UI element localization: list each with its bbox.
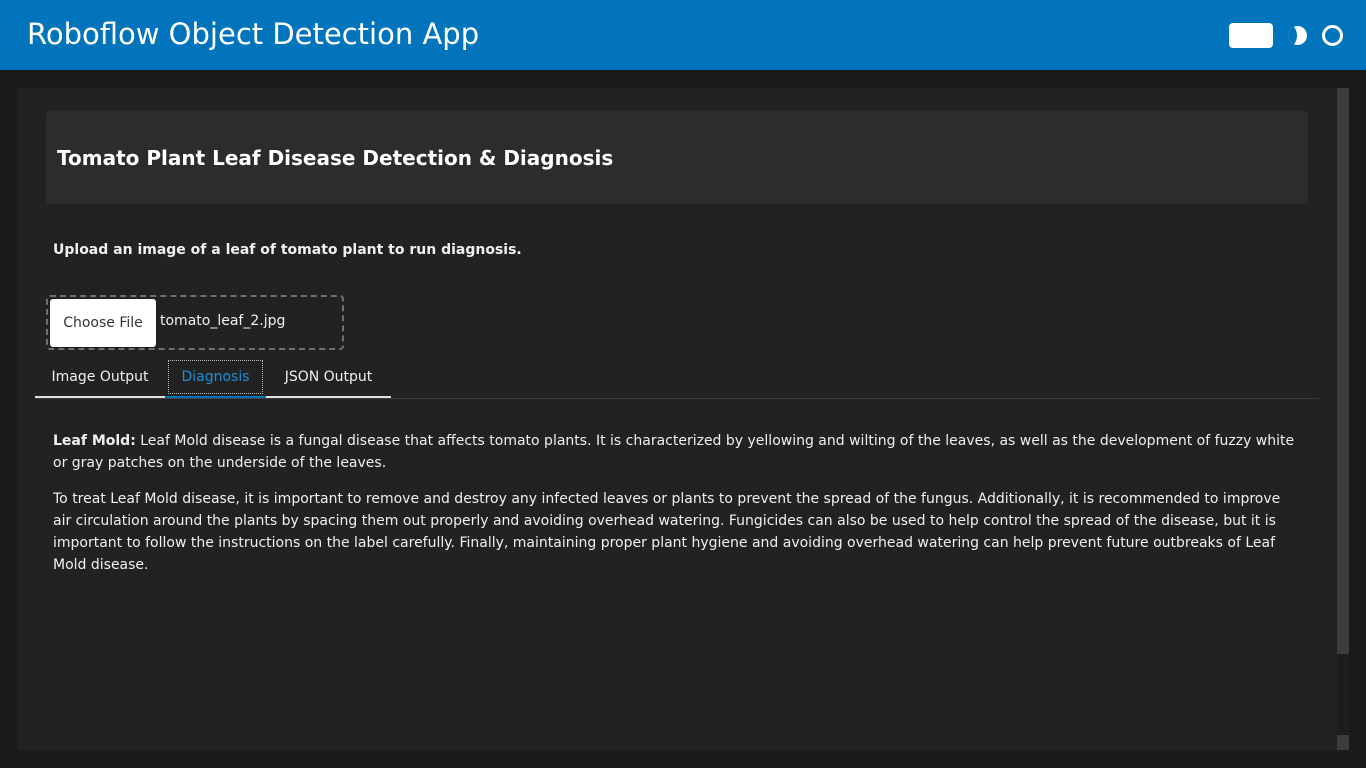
tab-json-output[interactable]: JSON Output	[266, 360, 391, 398]
scrollbar-thumb[interactable]	[1337, 88, 1349, 654]
tab-image-output[interactable]: Image Output	[35, 360, 165, 398]
tab-diagnosis[interactable]: Diagnosis	[165, 360, 266, 398]
selected-file-name: tomato_leaf_2.jpg	[160, 313, 286, 329]
upload-instruction: Upload an image of a leaf of tomato plan…	[53, 242, 522, 258]
circle-icon[interactable]	[1322, 25, 1343, 46]
top-bar: Roboflow Object Detection App	[0, 0, 1366, 70]
treatment-text: To treat Leaf Mold disease, it is import…	[53, 491, 1281, 573]
app-title: Roboflow Object Detection App	[27, 17, 480, 51]
diagnosis-content: Leaf Mold: Leaf Mold disease is a fungal…	[53, 430, 1298, 590]
moon-icon[interactable]	[1288, 26, 1307, 45]
scrollbar-bottom[interactable]	[1337, 735, 1349, 750]
page-title: Tomato Plant Leaf Disease Detection & Di…	[57, 146, 614, 170]
choose-file-button[interactable]: Choose File	[50, 299, 156, 347]
toggle-switch-icon[interactable]	[1229, 23, 1273, 48]
disease-description-text: Leaf Mold disease is a fungal disease th…	[53, 433, 1295, 471]
focus-outline	[168, 360, 263, 394]
tabs-divider	[35, 398, 1319, 399]
disease-description: Leaf Mold: Leaf Mold disease is a fungal…	[53, 430, 1298, 474]
tab-label: JSON Output	[284, 369, 373, 385]
file-upload-zone[interactable]: Choose File tomato_leaf_2.jpg	[46, 295, 344, 350]
scrollbar[interactable]	[1337, 88, 1349, 750]
disease-label: Leaf Mold:	[53, 433, 136, 449]
tab-label: Image Output	[51, 369, 149, 385]
header-card: Tomato Plant Leaf Disease Detection & Di…	[46, 111, 1308, 204]
